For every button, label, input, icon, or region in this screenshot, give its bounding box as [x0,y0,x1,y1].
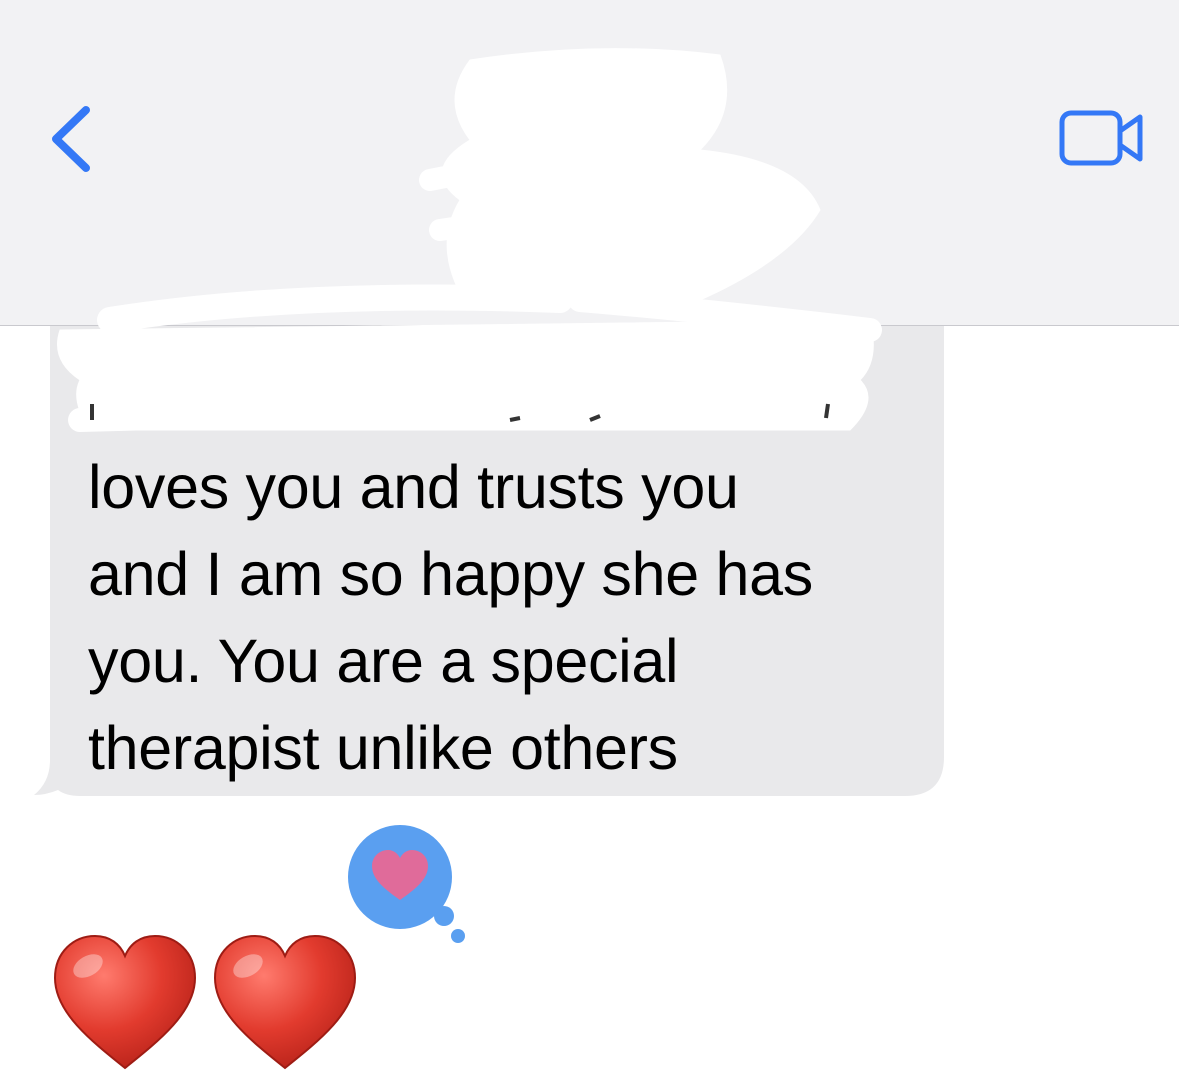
red-heart-emoji [213,934,357,1070]
tapback-reaction[interactable] [0,0,1179,1089]
red-heart-emoji [53,934,197,1070]
reply-message[interactable] [50,930,370,1080]
